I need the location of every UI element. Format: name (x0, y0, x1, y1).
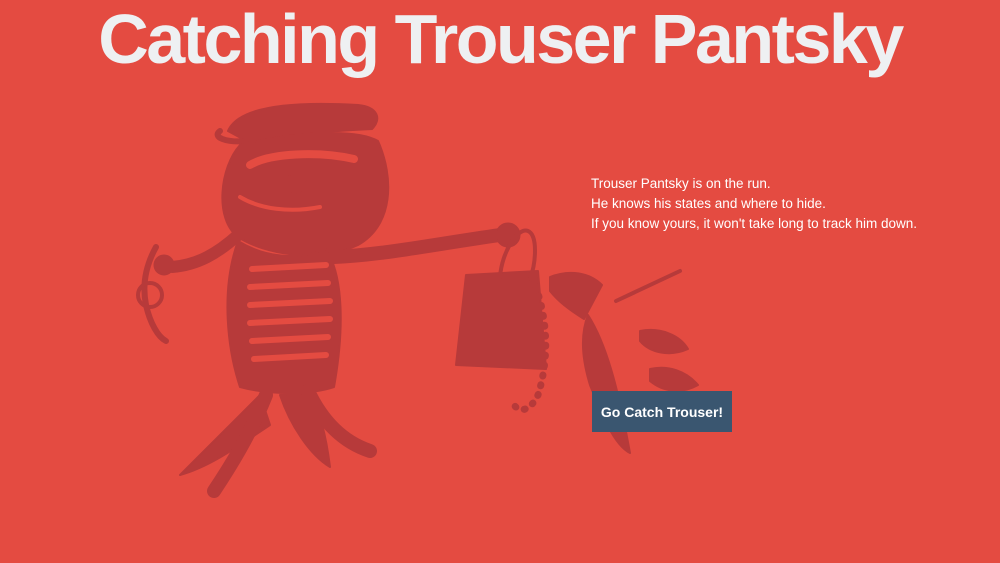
intro-line-2: He knows his states and where to hide. (591, 196, 826, 211)
go-catch-trouser-button[interactable]: Go Catch Trouser! (592, 391, 732, 432)
intro-text: Trouser Pantsky is on the run. He knows … (591, 174, 991, 234)
burglar-illustration (136, 102, 699, 498)
intro-line-1: Trouser Pantsky is on the run. (591, 176, 771, 191)
page-title: Catching Trouser Pantsky (98, 0, 904, 78)
intro-line-3: If you know yours, it won't take long to… (591, 216, 917, 231)
